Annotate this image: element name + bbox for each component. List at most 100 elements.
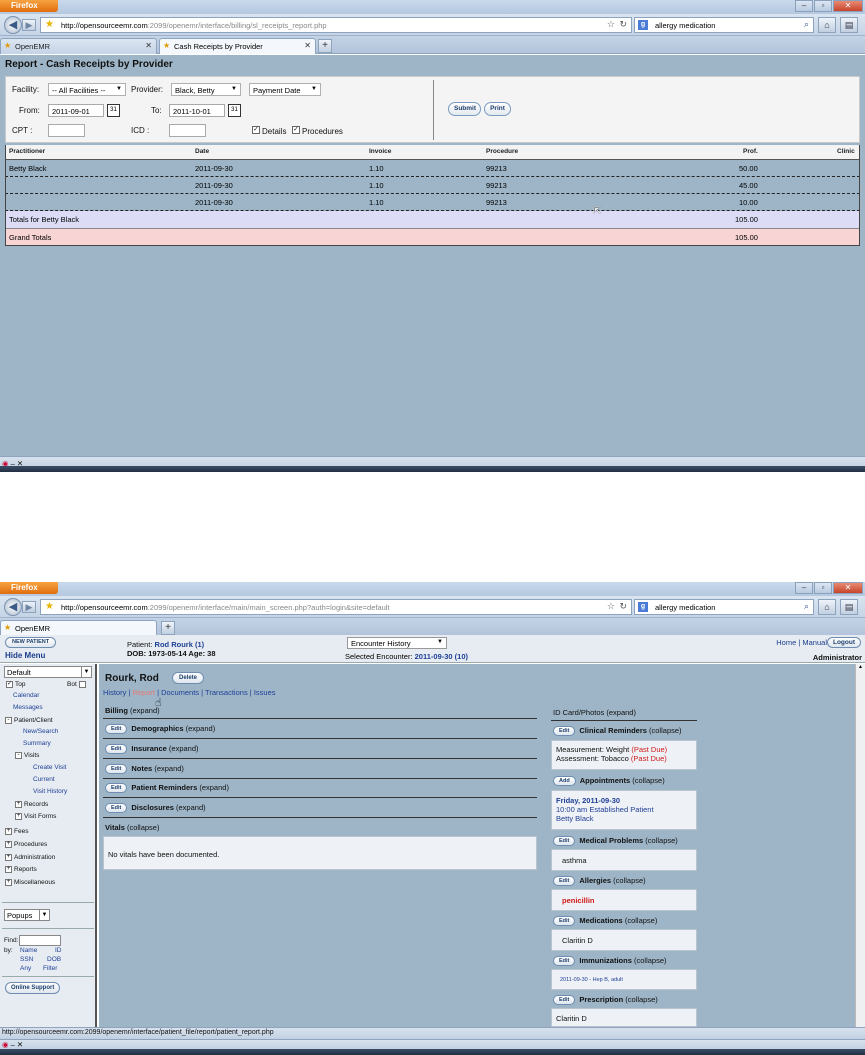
calendar-icon[interactable]: 31: [228, 104, 241, 117]
find-by-name[interactable]: Name: [20, 947, 37, 954]
appointment-provider[interactable]: Betty Black: [556, 814, 692, 823]
print-button[interactable]: Print: [484, 102, 511, 116]
appointment-date[interactable]: Friday, 2011-09-30: [556, 796, 692, 805]
url-bar[interactable]: ★ http://opensourceemr.com:2099/openemr/…: [40, 17, 632, 33]
firefox-menu-button[interactable]: Firefox: [0, 582, 58, 594]
bookmarks-icon[interactable]: ▤: [840, 599, 858, 615]
nav-visit-forms[interactable]: + Visit Forms: [15, 813, 56, 820]
close-icon[interactable]: ✕: [833, 0, 863, 12]
bookmark-star-icon[interactable]: ☆: [607, 19, 615, 30]
collapse-link[interactable]: (collapse): [613, 876, 646, 885]
edit-button[interactable]: Edit: [553, 836, 576, 847]
selected-encounter-link[interactable]: 2011-09-30 (10): [415, 652, 468, 661]
date-type-select[interactable]: Payment Date ▼: [249, 83, 321, 96]
nav-visits[interactable]: - Visits: [15, 752, 39, 759]
nav-visit-history[interactable]: Visit History: [33, 788, 67, 795]
firefox-menu-button[interactable]: Firefox: [0, 0, 58, 12]
find-filter[interactable]: Filter: [43, 965, 57, 972]
transactions-link[interactable]: Transactions: [205, 688, 248, 697]
tab-cash-receipts[interactable]: ★ Cash Receipts by Provider ✕: [159, 38, 316, 54]
details-checkbox[interactable]: ✓: [252, 126, 260, 134]
minimize-icon[interactable]: –: [795, 582, 813, 594]
nav-messages[interactable]: Messages: [13, 704, 43, 711]
bot-checkbox[interactable]: Bot: [67, 681, 88, 688]
reload-icon[interactable]: ↻: [619, 601, 627, 612]
home-link[interactable]: Home: [776, 638, 796, 647]
provider-select[interactable]: Black, Betty ▼: [171, 83, 241, 96]
url-bar[interactable]: ★ http://opensourceemr.com:2099/openemr/…: [40, 599, 632, 615]
popups-select[interactable]: Popups ▼: [4, 909, 50, 921]
immunization-item[interactable]: 2011-09-30 - Hep B, adult: [560, 977, 623, 983]
edit-button[interactable]: Edit: [105, 764, 128, 775]
to-date-input[interactable]: 2011-10-01: [169, 104, 225, 117]
tab-openemr[interactable]: ★ OpenEMR: [0, 620, 157, 636]
collapse-link[interactable]: (collapse): [625, 916, 658, 925]
find-any[interactable]: Any: [20, 965, 31, 972]
nav-records[interactable]: + Records: [15, 801, 48, 808]
expand-link[interactable]: (expand): [176, 803, 206, 812]
new-tab-icon[interactable]: +: [161, 621, 175, 635]
report-link[interactable]: Report: [132, 688, 155, 697]
icd-input[interactable]: [169, 124, 206, 137]
addon-icon[interactable]: ◉: [2, 1040, 9, 1049]
search-bar[interactable]: g allergy medication ⌕: [634, 599, 814, 615]
id-card-section[interactable]: ID Card/Photos (expand): [553, 708, 636, 717]
find-by-dob[interactable]: DOB: [47, 956, 61, 963]
nav-new-search[interactable]: New/Search: [23, 728, 58, 735]
edit-button[interactable]: Edit: [553, 726, 576, 737]
patient-name-link[interactable]: Rod Rourk (1): [155, 640, 205, 649]
vertical-scrollbar[interactable]: ▲: [855, 664, 865, 1027]
expand-link[interactable]: (expand): [199, 783, 229, 792]
close-tab-icon[interactable]: ✕: [304, 41, 311, 50]
edit-button[interactable]: Edit: [553, 956, 576, 967]
submit-button[interactable]: Submit: [448, 102, 481, 116]
maximize-icon[interactable]: ▫: [814, 0, 832, 12]
close-icon[interactable]: ✕: [833, 582, 863, 594]
nav-current[interactable]: Current: [33, 776, 55, 783]
forward-icon[interactable]: ▶: [22, 601, 36, 613]
collapse-link[interactable]: (collapse): [634, 956, 667, 965]
procedures-checkbox[interactable]: ✓: [292, 126, 300, 134]
reload-icon[interactable]: ↻: [619, 19, 627, 30]
nav-administration[interactable]: + Administration: [5, 854, 55, 861]
edit-button[interactable]: Edit: [105, 783, 128, 794]
star-icon[interactable]: ★: [45, 601, 54, 612]
find-by-ssn[interactable]: SSN: [20, 956, 33, 963]
back-icon[interactable]: ◀: [4, 598, 22, 616]
collapse-link[interactable]: (collapse): [632, 776, 665, 785]
cpt-input[interactable]: [48, 124, 85, 137]
expand-link[interactable]: (expand): [186, 724, 216, 733]
forward-icon[interactable]: ▶: [22, 19, 36, 31]
search-icon[interactable]: ⌕: [804, 19, 809, 30]
add-button[interactable]: Add: [553, 776, 576, 787]
search-bar[interactable]: g allergy medication ⌕: [634, 17, 814, 33]
home-icon[interactable]: ⌂: [818, 17, 836, 33]
edit-button[interactable]: Edit: [105, 803, 128, 814]
from-date-input[interactable]: 2011-09-01: [48, 104, 104, 117]
facility-select[interactable]: -- All Facilities -- ▼: [48, 83, 126, 96]
nav-summary[interactable]: Summary: [23, 740, 51, 747]
maximize-icon[interactable]: ▫: [814, 582, 832, 594]
bookmark-star-icon[interactable]: ☆: [607, 601, 615, 612]
bookmarks-icon[interactable]: ▤: [840, 17, 858, 33]
encounter-history-select[interactable]: Encounter History ▼: [347, 637, 447, 649]
history-link[interactable]: History: [103, 688, 126, 697]
expand-link[interactable]: (expand): [169, 744, 199, 753]
close-icon[interactable]: – ✕: [11, 1040, 24, 1049]
new-tab-icon[interactable]: +: [318, 39, 332, 53]
nav-reports[interactable]: + Reports: [5, 866, 37, 873]
logout-button[interactable]: Logout: [826, 637, 861, 648]
star-icon[interactable]: ★: [45, 19, 54, 30]
scroll-up-icon[interactable]: ▲: [856, 664, 865, 670]
nav-fees[interactable]: + Fees: [5, 828, 28, 835]
close-tab-icon[interactable]: ✕: [145, 41, 152, 50]
issues-link[interactable]: Issues: [254, 688, 276, 697]
edit-button[interactable]: Edit: [553, 876, 576, 887]
nav-patient-client[interactable]: - Patient/Client: [5, 717, 53, 724]
vitals-section[interactable]: Vitals (collapse): [105, 823, 159, 832]
edit-button[interactable]: Edit: [105, 744, 128, 755]
hide-menu-link[interactable]: Hide Menu: [5, 651, 45, 660]
documents-link[interactable]: Documents: [161, 688, 199, 697]
top-checkbox[interactable]: ✓ Top: [6, 681, 25, 688]
appointment-detail[interactable]: 10:00 am Established Patient: [556, 805, 692, 814]
